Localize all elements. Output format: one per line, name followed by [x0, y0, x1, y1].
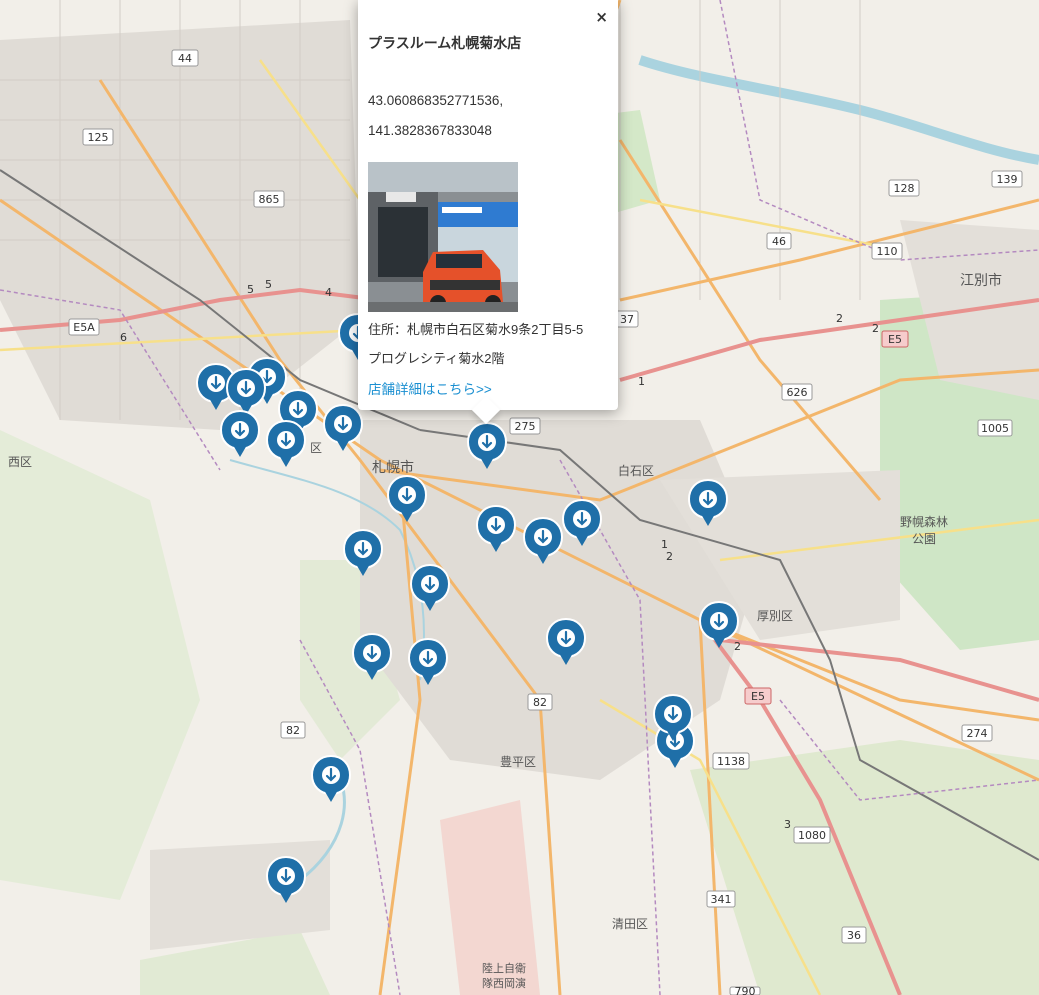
store-address: 住所：札幌市白石区菊水9条2丁目5-5: [368, 322, 584, 337]
close-icon[interactable]: ×: [595, 8, 608, 26]
road-number: 3: [784, 818, 791, 831]
ward-label: 区: [310, 441, 322, 455]
store-details-link[interactable]: 店舗詳細はこちら>>: [368, 378, 492, 398]
road-number: 2: [836, 312, 843, 325]
road-shield: 139: [997, 173, 1018, 186]
road-shield: 1138: [717, 755, 745, 768]
store-popup: × プラスルーム札幌菊水店 43.060868352771536, 141.38…: [358, 0, 618, 425]
road-shield: 125: [88, 131, 109, 144]
road-shield: 341: [711, 893, 732, 906]
road-shield: 626: [787, 386, 808, 399]
road-shield: E5: [888, 333, 902, 346]
road-shield: 46: [772, 235, 786, 248]
road-shield: 1005: [981, 422, 1009, 435]
park-label: 公園: [912, 532, 936, 546]
road-shield: 37: [620, 313, 634, 326]
road-shield: 275: [515, 420, 536, 433]
store-building: プログレシティ菊水2階: [368, 351, 505, 366]
road-shield: 36: [847, 929, 861, 942]
road-shield: 44: [178, 52, 192, 65]
area-label: 陸上自衛: [482, 962, 526, 975]
road-number: 2: [734, 640, 741, 653]
road-number: 2: [872, 322, 879, 335]
road-shield: E5A: [73, 321, 95, 334]
road-shield: 110: [877, 245, 898, 258]
road-shield: 82: [533, 696, 547, 709]
longitude-text: 141.3828367833048: [368, 123, 492, 138]
ward-label: 清田区: [612, 917, 648, 931]
road-shield: 790: [735, 985, 756, 995]
road-shield: 1080: [798, 829, 826, 842]
road-number: 5: [265, 278, 272, 291]
ward-label: 西区: [8, 455, 32, 469]
road-number: 1: [661, 538, 668, 551]
park-label: 野幌森林: [900, 514, 948, 529]
road-number: 2: [666, 550, 673, 563]
city-label: 江別市: [960, 272, 1002, 289]
road-shield: E5: [751, 690, 765, 703]
road-shield: 274: [967, 727, 988, 740]
road-number: 1: [638, 375, 645, 388]
ward-label: 白石区: [618, 463, 654, 478]
ward-label: 豊平区: [500, 755, 536, 769]
road-shield: 128: [894, 182, 915, 195]
area-label: 隊西岡演: [482, 976, 526, 990]
road-number: 6: [120, 331, 127, 344]
road-number: 4: [325, 286, 332, 299]
road-shield: 82: [286, 724, 300, 737]
road-shield: 865: [259, 193, 280, 206]
store-photo: [368, 162, 518, 312]
store-title: プラスルーム札幌菊水店: [368, 35, 522, 51]
latitude-text: 43.060868352771536,: [368, 93, 504, 108]
city-label: 札幌市: [372, 459, 414, 476]
ward-label: 厚別区: [757, 609, 793, 623]
road-number: 5: [247, 283, 254, 296]
